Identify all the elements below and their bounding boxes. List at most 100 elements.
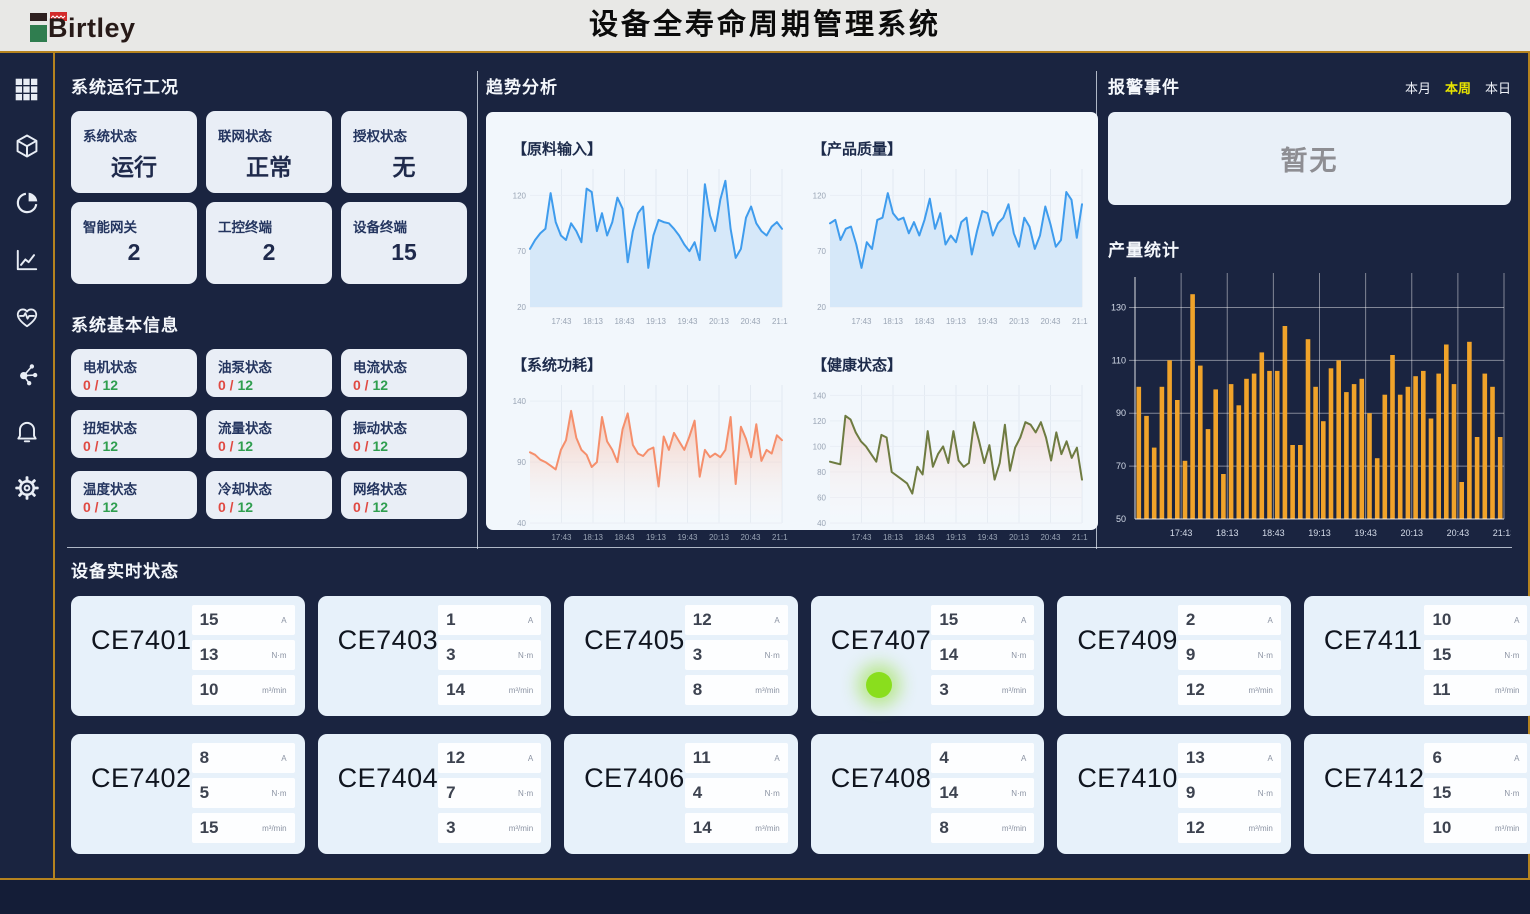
run-status-title: 系统运行工况 xyxy=(71,73,467,98)
device-card[interactable]: CE741110A15N·m11m³/min xyxy=(1304,596,1530,716)
chart-title: 【原料输入】 xyxy=(512,138,788,159)
device-name: CE7411 xyxy=(1324,625,1423,707)
metric-unit: N·m xyxy=(765,651,780,660)
line-chart-icon[interactable] xyxy=(13,246,41,274)
metric-value: 9 xyxy=(1186,783,1195,803)
gear-icon[interactable] xyxy=(13,474,41,502)
device-name: CE7408 xyxy=(831,763,932,845)
status-card-label: 设备终端 xyxy=(353,216,455,236)
cube-icon[interactable] xyxy=(13,132,41,160)
info-current: 0 / xyxy=(83,499,102,515)
metric-unit: m³/min xyxy=(1248,824,1272,833)
svg-text:50: 50 xyxy=(1116,514,1126,524)
device-metric-row: 9N·m xyxy=(1178,778,1281,808)
svg-text:21:13: 21:13 xyxy=(1493,528,1511,538)
svg-text:90: 90 xyxy=(1116,408,1126,418)
bell-icon[interactable] xyxy=(13,417,41,445)
info-card-label: 电机状态 xyxy=(83,356,185,376)
device-name: CE7401 xyxy=(91,625,192,707)
metric-value: 1 xyxy=(446,610,455,630)
svg-text:90: 90 xyxy=(517,458,526,467)
alarm-tab-本日[interactable]: 本日 xyxy=(1485,78,1511,97)
device-metric-row: 6A xyxy=(1424,743,1527,773)
device-metric-row: 1A xyxy=(438,605,541,635)
metric-unit: A xyxy=(774,616,779,625)
info-card: 扭矩状态0 / 12 xyxy=(71,410,197,458)
device-metrics: 2A9N·m12m³/min xyxy=(1178,605,1281,707)
alarm-tab-本周[interactable]: 本周 xyxy=(1445,78,1471,97)
info-card: 振动状态0 / 12 xyxy=(341,410,467,458)
panel-trend: 趋势分析 【原料输入】 17:4318:1318:4319:1319:4320:… xyxy=(486,73,1098,530)
status-card-value: 运行 xyxy=(83,148,185,182)
status-card-label: 联网状态 xyxy=(218,125,320,145)
metric-value: 5 xyxy=(200,783,209,803)
device-card[interactable]: CE74028A5N·m15m³/min xyxy=(71,734,305,854)
metric-unit: A xyxy=(1021,754,1026,763)
device-metric-row: 12A xyxy=(438,743,541,773)
device-card[interactable]: CE74126A15N·m10m³/min xyxy=(1304,734,1530,854)
svg-text:40: 40 xyxy=(817,519,826,528)
devices-title: 设备实时状态 xyxy=(71,557,1513,582)
device-card[interactable]: CE741013A9N·m12m³/min xyxy=(1057,734,1291,854)
sidebar xyxy=(0,53,55,878)
device-card[interactable]: CE74084A14N·m8m³/min xyxy=(811,734,1045,854)
metric-value: 6 xyxy=(1432,748,1441,768)
device-card[interactable]: CE74031A3N·m14m³/min xyxy=(318,596,552,716)
svg-text:17:43: 17:43 xyxy=(851,317,872,326)
info-total: 12 xyxy=(372,499,388,515)
info-card: 冷却状态0 / 12 xyxy=(206,471,332,519)
line-chart: 17:4318:1318:4319:1319:4320:1320:4321:13… xyxy=(500,377,788,554)
metric-value: 14 xyxy=(939,783,958,803)
pie-chart-icon[interactable] xyxy=(13,189,41,217)
info-card-value: 0 / 12 xyxy=(218,438,320,454)
molecule-icon[interactable] xyxy=(13,360,41,388)
svg-text:17:43: 17:43 xyxy=(551,317,572,326)
alarm-tab-本月[interactable]: 本月 xyxy=(1405,78,1431,97)
svg-text:20:43: 20:43 xyxy=(1040,533,1061,542)
panel-basic-info: 系统基本信息 电机状态0 / 12油泵状态0 / 12电流状态0 / 12扭矩状… xyxy=(71,311,467,519)
health-pulse-icon[interactable] xyxy=(13,303,41,331)
metric-value: 15 xyxy=(200,610,219,630)
device-metrics: 12A7N·m3m³/min xyxy=(438,743,541,845)
info-current: 0 / xyxy=(83,438,102,454)
svg-text:20:43: 20:43 xyxy=(740,317,761,326)
svg-text:20:13: 20:13 xyxy=(1009,533,1030,542)
device-metrics: 12A3N·m8m³/min xyxy=(685,605,788,707)
metric-unit: m³/min xyxy=(262,824,286,833)
metric-value: 11 xyxy=(1432,680,1450,700)
device-metric-row: 9N·m xyxy=(1178,640,1281,670)
metric-value: 3 xyxy=(446,645,455,665)
metric-unit: A xyxy=(528,616,533,625)
status-card: 智能网关2 xyxy=(71,202,197,284)
panel-run-status: 系统运行工况 系统状态运行联网状态正常授权状态无智能网关2工控终端2设备终端15 xyxy=(71,73,467,284)
device-metric-row: 3m³/min xyxy=(438,813,541,843)
device-metric-row: 15A xyxy=(192,605,295,635)
device-metrics: 13A9N·m12m³/min xyxy=(1178,743,1281,845)
svg-text:120: 120 xyxy=(513,191,527,200)
metric-unit: m³/min xyxy=(509,686,533,695)
svg-text:21:13: 21:13 xyxy=(772,533,788,542)
device-card[interactable]: CE740512A3N·m8m³/min xyxy=(564,596,798,716)
device-metrics: 4A14N·m8m³/min xyxy=(931,743,1034,845)
device-metric-row: 3N·m xyxy=(438,640,541,670)
info-card-label: 电流状态 xyxy=(353,356,455,376)
status-card-label: 智能网关 xyxy=(83,216,185,236)
info-card-label: 振动状态 xyxy=(353,417,455,437)
trend-title: 趋势分析 xyxy=(486,73,1098,98)
device-card[interactable]: CE740115A13N·m10m³/min xyxy=(71,596,305,716)
svg-text:21:13: 21:13 xyxy=(1072,533,1088,542)
device-card[interactable]: CE740412A7N·m3m³/min xyxy=(318,734,552,854)
metric-value: 8 xyxy=(939,818,948,838)
trend-chart-power-usage: 【系统功耗】 17:4318:1318:4319:1319:4320:1320:… xyxy=(494,338,794,554)
device-card[interactable]: CE740715A14N·m3m³/min xyxy=(811,596,1045,716)
apps-grid-icon[interactable] xyxy=(13,75,41,103)
metric-unit: N·m xyxy=(271,651,286,660)
page-title: 设备全寿命周期管理系统 xyxy=(0,0,1530,51)
device-card[interactable]: CE74092A9N·m12m³/min xyxy=(1057,596,1291,716)
info-card-label: 油泵状态 xyxy=(218,356,320,376)
device-card[interactable]: CE740611A4N·m14m³/min xyxy=(564,734,798,854)
svg-text:19:13: 19:13 xyxy=(946,317,967,326)
info-total: 12 xyxy=(102,499,118,515)
device-metric-row: 12A xyxy=(685,605,788,635)
svg-text:17:43: 17:43 xyxy=(551,533,572,542)
